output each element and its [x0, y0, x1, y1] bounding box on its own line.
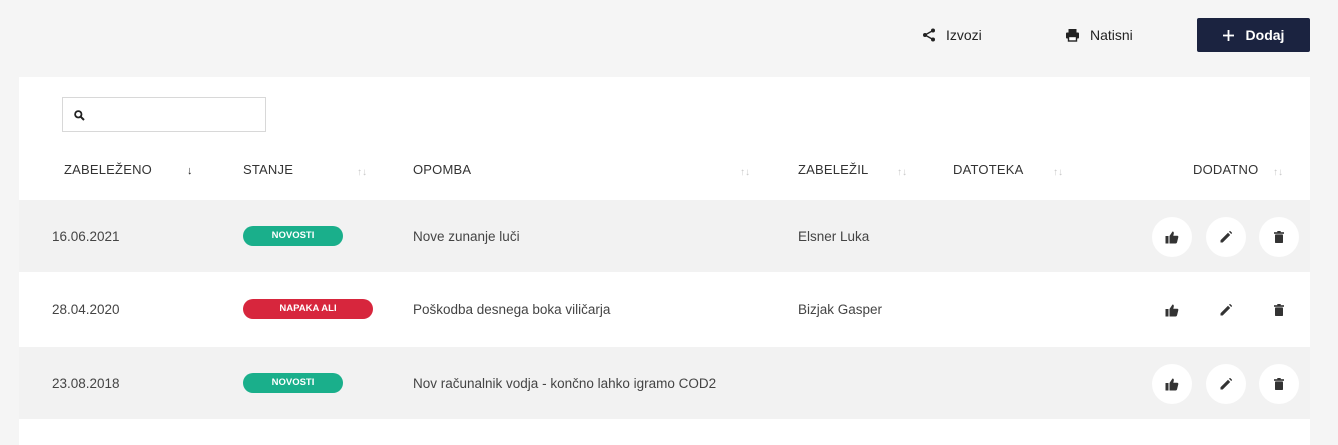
- cell-date: 28.04.2020: [52, 301, 120, 317]
- column-header-file[interactable]: DATOTEKA: [953, 162, 1023, 177]
- table-row: 28.04.2020 NAPAKA ALI POŠKODBA Poškodba …: [19, 273, 1310, 345]
- cell-note: Poškodba desnega boka viličarja: [413, 301, 611, 317]
- status-badge: NOVOSTI: [243, 373, 343, 393]
- sort-icon[interactable]: ↑↓: [357, 167, 367, 178]
- status-badge: NOVOSTI: [243, 226, 343, 246]
- search-box: [62, 97, 266, 132]
- edit-button[interactable]: [1206, 217, 1246, 257]
- cell-status: NOVOSTI: [243, 347, 343, 419]
- pencil-icon: [1220, 378, 1232, 390]
- plus-icon: [1222, 29, 1234, 41]
- printer-icon: [1066, 29, 1079, 42]
- export-label: Izvozi: [946, 27, 982, 43]
- sort-icon[interactable]: ↑↓: [897, 167, 907, 178]
- edit-button[interactable]: [1206, 290, 1246, 330]
- delete-button[interactable]: [1259, 364, 1299, 404]
- search-input[interactable]: [93, 104, 258, 126]
- export-button[interactable]: Izvozi: [922, 18, 982, 52]
- add-button[interactable]: Dodaj: [1197, 18, 1310, 52]
- cell-status: NOVOSTI: [243, 200, 343, 272]
- delete-button[interactable]: [1259, 217, 1299, 257]
- search-icon: [74, 110, 85, 121]
- column-header-recorded-by[interactable]: ZABELEŽIL: [798, 162, 868, 177]
- trash-icon: [1274, 304, 1284, 316]
- column-header-status[interactable]: STANJE: [243, 162, 293, 177]
- cell-date: 23.08.2018: [52, 375, 120, 391]
- toolbar: Izvozi Natisni Dodaj: [0, 18, 1338, 52]
- sort-icon[interactable]: ↑↓: [1273, 167, 1283, 178]
- trash-icon: [1274, 231, 1284, 243]
- delete-button[interactable]: [1259, 290, 1299, 330]
- cell-note: Nov računalnik vodja - končno lahko igra…: [413, 375, 717, 391]
- table-row: 16.06.2021 NOVOSTI Nove zunanje luči Els…: [19, 200, 1310, 272]
- column-header-note[interactable]: OPOMBA: [413, 162, 471, 177]
- sort-desc-icon[interactable]: ↓: [187, 165, 193, 177]
- print-label: Natisni: [1090, 27, 1133, 43]
- cell-date: 16.06.2021: [52, 228, 120, 244]
- approve-button[interactable]: [1152, 290, 1192, 330]
- cell-author: Bizjak Gasper: [798, 301, 883, 317]
- thumbs-up-icon: [1165, 378, 1179, 390]
- approve-button[interactable]: [1152, 364, 1192, 404]
- approve-button[interactable]: [1152, 217, 1192, 257]
- add-label: Dodaj: [1245, 27, 1285, 43]
- pencil-icon: [1220, 231, 1232, 243]
- table-row: 23.08.2018 NOVOSTI Nov računalnik vodja …: [19, 347, 1310, 419]
- sort-icon[interactable]: ↑↓: [740, 167, 750, 178]
- pencil-icon: [1220, 304, 1232, 316]
- records-panel: ZABELEŽENO ↓ STANJE ↑↓ OPOMBA ↑↓ ZABELEŽ…: [19, 77, 1310, 445]
- thumbs-up-icon: [1165, 231, 1179, 243]
- table-header: ZABELEŽENO ↓ STANJE ↑↓ OPOMBA ↑↓ ZABELEŽ…: [19, 162, 1310, 190]
- status-badge: NAPAKA ALI POŠKODBA: [243, 299, 373, 334]
- sort-icon[interactable]: ↑↓: [1053, 167, 1063, 178]
- share-icon: [923, 28, 935, 42]
- trash-icon: [1274, 378, 1284, 390]
- cell-author: Elsner Luka: [798, 228, 870, 244]
- edit-button[interactable]: [1206, 364, 1246, 404]
- thumbs-up-icon: [1165, 304, 1179, 316]
- column-header-recorded[interactable]: ZABELEŽENO: [64, 162, 152, 177]
- print-button[interactable]: Natisni: [1065, 18, 1133, 52]
- cell-note: Nove zunanje luči: [413, 228, 520, 244]
- column-header-extra[interactable]: DODATNO: [1193, 162, 1258, 177]
- cell-status: NAPAKA ALI POŠKODBA: [243, 273, 373, 345]
